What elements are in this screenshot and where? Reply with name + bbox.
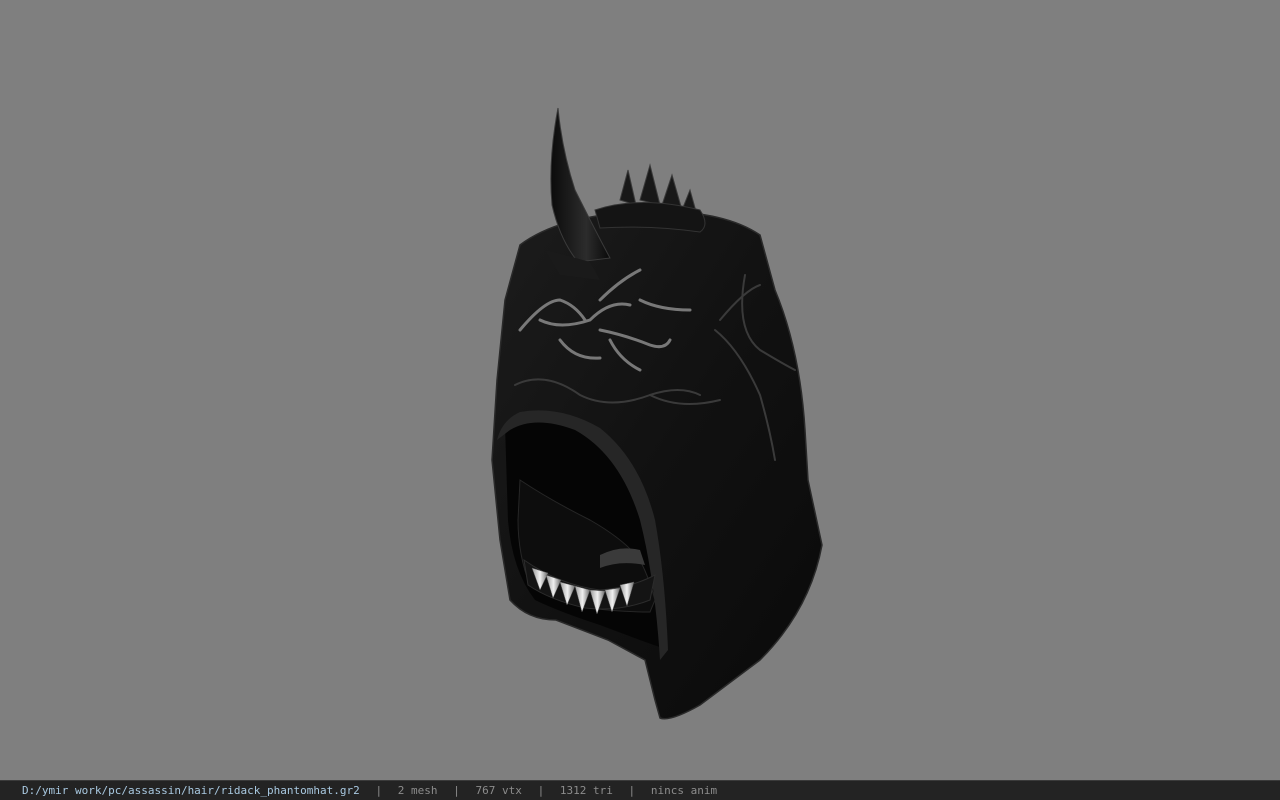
3d-viewport[interactable] (0, 0, 1280, 780)
crest-ridge (594, 202, 706, 233)
vertex-count: 767 vtx (475, 784, 522, 797)
hooded-mask-model[interactable] (0, 0, 1280, 780)
separator: | (628, 784, 636, 797)
separator: | (375, 784, 383, 797)
separator: | (453, 784, 460, 797)
animation-status: nincs anim (650, 784, 718, 797)
file-path: D:/ymir work/pc/assassin/hair/ridack_pha… (22, 784, 360, 797)
separator: | (537, 784, 545, 797)
triangle-count: 1312 tri (559, 784, 613, 797)
status-bar: D:/ymir work/pc/assassin/hair/ridack_pha… (0, 780, 1280, 800)
mesh-count: 2 mesh (397, 784, 438, 797)
